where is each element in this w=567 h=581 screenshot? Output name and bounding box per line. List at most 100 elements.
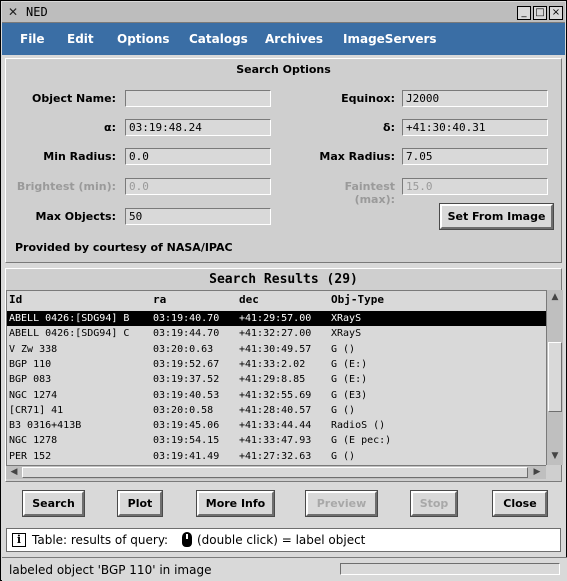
table-header: Id ra dec Obj-Type: [7, 291, 546, 309]
cell-ra: 03:19:40.53: [153, 389, 220, 401]
cell-dec: +41:30:49.57: [239, 343, 312, 355]
table-row[interactable]: V Zw 338 03:20:0.63 +41:30:49.57 G (): [7, 342, 546, 357]
column-header-ra[interactable]: ra: [153, 291, 166, 309]
cell-id: V Zw 338: [9, 343, 58, 355]
menubar: File Edit Options Catalogs Archives Imag…: [2, 23, 565, 55]
mouse-icon: [182, 532, 192, 547]
scroll-right-icon[interactable]: ▶: [530, 466, 544, 479]
column-header-obj-type[interactable]: Obj-Type: [331, 291, 384, 309]
scroll-down-icon[interactable]: ▼: [548, 450, 562, 463]
column-header-id[interactable]: Id: [9, 291, 22, 309]
cell-obj-type: G (E:): [331, 358, 368, 370]
table-row[interactable]: ABELL 0426:[SDG94] C 03:19:44.70 +41:32:27…: [7, 326, 546, 341]
close-button[interactable]: Close: [492, 490, 548, 517]
cell-id: NGC 1274: [9, 389, 58, 401]
horizontal-scroll-thumb[interactable]: [22, 467, 528, 478]
table-row[interactable]: NGC 1278 03:19:54.15 +41:33:47.93 G (E pec:…: [7, 433, 546, 448]
cell-id: NGC 1278: [9, 435, 58, 447]
table-row[interactable]: B3 0316+413B 03:19:45.06 +41:33:44.44 Radio…: [7, 418, 546, 433]
cell-id: PER 152: [9, 450, 52, 462]
min-radius-label: Min Radius:: [43, 150, 116, 163]
vertical-scroll-thumb[interactable]: [548, 342, 562, 412]
cell-dec: +41:32:27.00: [239, 328, 312, 340]
cell-obj-type: XRayS: [331, 328, 362, 340]
object-name-input[interactable]: [125, 90, 271, 107]
cell-obj-type: G (): [331, 343, 356, 355]
cell-dec: +41:29:57.00: [239, 313, 312, 324]
preview-button: Preview: [305, 490, 378, 517]
window-title: NED: [26, 5, 48, 19]
progress-bar: [340, 563, 560, 575]
cell-ra: 03:19:44.70: [153, 328, 220, 340]
results-table[interactable]: Id ra dec Obj-Type ABELL 0426:[SDG94] B 0…: [6, 290, 546, 465]
min-radius-input[interactable]: 0.0: [125, 148, 271, 165]
cell-obj-type: XRayS: [331, 313, 362, 324]
faintest-input: 15.0: [402, 178, 548, 195]
faintest-label: Faintest (max):: [344, 180, 395, 206]
cell-obj-type: G (): [331, 404, 356, 416]
table-row[interactable]: BGP 110 03:19:52.67 +41:33:2.02 G (E:): [7, 357, 546, 372]
stop-button: Stop: [410, 490, 458, 517]
equinox-input[interactable]: J2000: [402, 90, 548, 107]
scroll-up-icon[interactable]: ▲: [548, 291, 562, 304]
bottom-status-bar: labeled object 'BGP 110' in image: [2, 557, 567, 581]
search-button[interactable]: Search: [22, 490, 85, 517]
brightest-input: 0.0: [125, 178, 271, 195]
cell-ra: 03:19:45.06: [153, 420, 220, 432]
table-row[interactable]: PER 152 03:19:41.49 +41:27:32.63 G (): [7, 449, 546, 464]
delta-label: δ:: [383, 121, 395, 134]
object-name-label: Object Name:: [31, 92, 116, 105]
cell-dec: +41:28:40.57: [239, 404, 312, 416]
max-objects-label: Max Objects:: [35, 210, 116, 223]
cell-obj-type: G (): [331, 450, 356, 462]
cell-ra: 03:19:41.49: [153, 450, 220, 462]
table-row[interactable]: [CR71] 41 03:20:0.58 +41:28:40.57 G (): [7, 403, 546, 418]
maximize-icon[interactable]: □: [533, 6, 547, 20]
search-results-title: Search Results (29): [209, 272, 358, 287]
cell-dec: +41:33:47.93: [239, 435, 312, 447]
scroll-left-icon[interactable]: ◀: [7, 466, 21, 479]
cell-id: ABELL 0426:[SDG94] B: [9, 313, 130, 324]
minimize-icon[interactable]: _: [517, 6, 531, 20]
courtesy-text: Provided by courtesy of NASA/IPAC: [15, 241, 233, 254]
table-row[interactable]: NGC 1274 03:19:40.53 +41:32:55.69 G (E3): [7, 388, 546, 403]
search-options-title: Search Options: [236, 63, 331, 76]
cell-id: BGP 110: [9, 358, 52, 370]
vertical-scrollbar[interactable]: ▲ ▼: [546, 290, 563, 465]
menu-edit[interactable]: Edit: [67, 32, 94, 46]
table-row[interactable]: ABELL 0426:[SDG94] B 03:19:40.70 +41:29:57…: [7, 311, 546, 326]
set-from-image-button[interactable]: Set From Image: [439, 203, 554, 230]
close-window-icon[interactable]: ×: [549, 6, 563, 20]
menu-file[interactable]: File: [20, 32, 45, 46]
cell-id: BGP 083: [9, 374, 52, 386]
status-text-query: Table: results of query:: [32, 533, 169, 547]
menu-catalogs[interactable]: Catalogs: [189, 32, 248, 46]
cell-dec: +41:33:44.44: [239, 420, 312, 432]
alpha-label: α:: [104, 121, 116, 134]
cell-obj-type: G (E pec:): [331, 435, 392, 447]
cell-dec: +41:33:2.02: [239, 358, 306, 370]
more-info-button[interactable]: More Info: [196, 490, 275, 517]
menu-archives[interactable]: Archives: [265, 32, 323, 46]
brightest-label: Brightest (min):: [16, 180, 116, 193]
cell-ra: 03:19:40.70: [153, 313, 220, 324]
x-app-icon: ✕: [7, 5, 19, 19]
cell-ra: 03:19:52.67: [153, 358, 220, 370]
alpha-input[interactable]: 03:19:48.24: [125, 119, 271, 136]
delta-input[interactable]: +41:30:40.31: [402, 119, 548, 136]
title-bar[interactable]: ✕ NED _ □ ×: [2, 2, 565, 23]
cell-ra: 03:19:54.15: [153, 435, 220, 447]
max-objects-input[interactable]: 50: [125, 208, 271, 225]
max-radius-label: Max Radius:: [319, 150, 395, 163]
cell-obj-type: G (E:): [331, 374, 368, 386]
ned-window: ✕ NED _ □ × File Edit Options Catalogs A…: [0, 0, 567, 581]
plot-button[interactable]: Plot: [117, 490, 163, 517]
column-header-dec[interactable]: dec: [239, 291, 259, 309]
menu-options[interactable]: Options: [117, 32, 170, 46]
max-radius-input[interactable]: 7.05: [402, 148, 548, 165]
table-row[interactable]: BGP 083 03:19:37.52 +41:29:8.85 G (E:): [7, 372, 546, 387]
cell-id: B3 0316+413B: [9, 420, 82, 432]
horizontal-scrollbar[interactable]: ◀ ▶: [6, 465, 546, 479]
menu-imageservers[interactable]: ImageServers: [343, 32, 437, 46]
status-text-hint: (double click) = label object: [197, 533, 366, 547]
